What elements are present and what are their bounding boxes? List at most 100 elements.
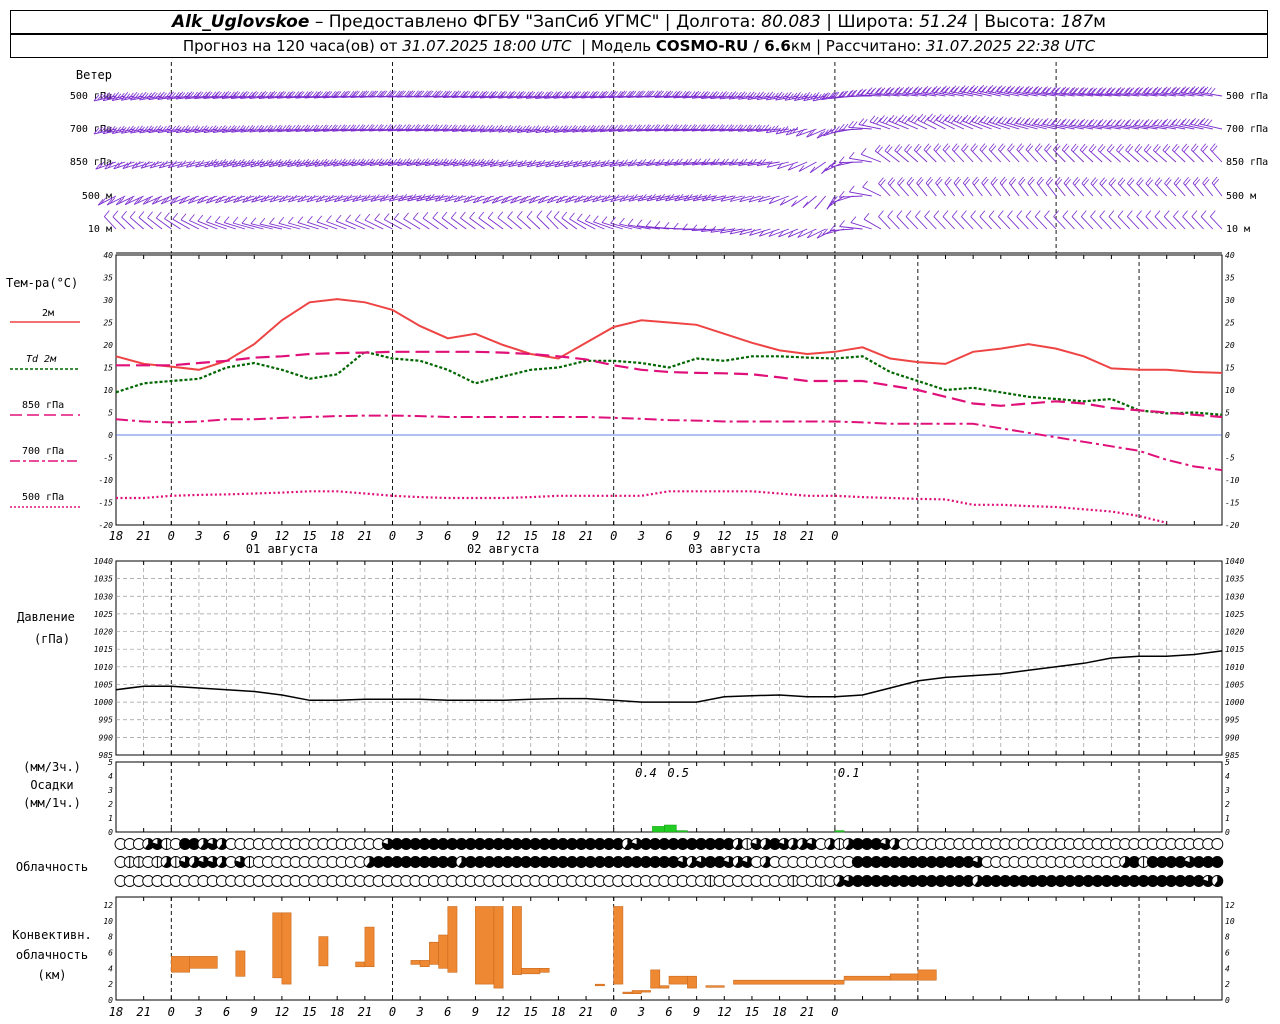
temp-ytick-right: -15 [1225,499,1240,508]
precip-ytick-left: 5 [108,758,113,767]
wind-barb-feather [889,87,895,94]
wind-barb-shaft [297,195,319,203]
conv-bar [705,985,725,988]
wind-barb-feather [1046,118,1053,126]
wind-barb-shaft [849,191,872,197]
wind-barb-shaft [1182,216,1195,230]
precip-annotation: 0.4 [635,766,657,780]
conv-unit: (км) [38,968,67,982]
conv-xtick-label: 0 [168,1005,175,1019]
conv-xtick-label: 18 [330,1005,344,1019]
wind-barb-feather [971,115,978,122]
wind-barb-feather [932,116,939,123]
pressure-ytick-left: 1030 [94,592,113,601]
wind-barb-feather [916,86,923,94]
pressure-ytick-left: 1035 [94,575,113,584]
temp-ytick-right: 15 [1225,364,1235,373]
conv-xtick-label: 3 [194,1005,202,1019]
wind-barb-feather [1006,116,1013,124]
wind-barb-feather [997,116,1004,123]
precip-ytick-left: 4 [108,772,113,781]
wind-barb-feather [950,116,957,124]
wind-barb-shaft [1090,216,1103,230]
temp-ytick-right: 40 [1225,251,1235,260]
wind-barb-shaft [917,119,937,130]
wind-barb-feather [814,202,821,209]
wind-barb-feather [1079,118,1086,126]
conv-ytick-right: 6 [1225,948,1230,957]
wind-barb-feather [1027,86,1034,93]
temp-xtick-label: 0 [831,529,838,543]
wind-barb-feather [1061,118,1067,125]
precip-unit-3h: (мм/3ч.) [23,760,81,774]
wind-barb-feather [654,221,661,228]
wind-barb-feather [944,86,951,93]
wind-barb-feather [878,210,884,217]
wind-barb-shaft [278,195,301,203]
wind-barb-feather [1088,119,1095,126]
pressure-ytick-right: 1015 [1225,645,1244,654]
wind-barb-feather [858,118,865,125]
wind-barb-shaft [936,119,955,130]
wind-barb-feather [1124,86,1131,94]
wind-barb-shaft [432,217,449,230]
conv-ytick-right: 0 [1225,996,1230,1005]
wind-barb-feather [663,221,670,229]
wind-barb-feather [383,213,390,220]
wind-barb-feather [988,210,995,217]
wind-barb-shaft [355,220,375,230]
temp-frame [115,254,1223,526]
temp-xtick-label: 3 [416,529,424,543]
conv-ytick-right: 10 [1225,917,1235,926]
wind-barb-feather [1110,119,1117,127]
conv-bar [364,926,375,967]
wind-barb-shaft [297,222,319,230]
wind-barb-feather [214,215,221,223]
wind-barb-feather [354,214,361,221]
wind-barb-feather [1080,210,1087,217]
wind-barb-shaft [942,216,956,230]
wind-barb-shaft [896,216,909,230]
wind-barb-feather [956,115,963,123]
conv-xtick-label: 21 [358,1005,372,1019]
wind-barb-shaft [374,219,393,230]
conv-ytick-left: 6 [108,948,113,957]
wind-barb-shaft [450,217,467,230]
wind-barb-shaft [908,120,928,130]
wind-barb-shaft [1025,216,1038,230]
temp-xtick-label: 3 [194,529,202,543]
wind-barb-feather [926,86,932,94]
temp-ytick-right: 25 [1225,319,1235,328]
wind-barb-feather [1100,87,1107,95]
wind-barb-feather [112,210,119,218]
wind-barb-feather [1117,210,1124,217]
conv-ytick-left: 2 [108,980,113,989]
wind-barb-feather [879,115,885,122]
pressure-ytick-left: 1005 [94,680,113,689]
wind-barb-feather [802,201,809,208]
wind-barb-feather [307,215,313,223]
wind-barb-feather [1200,210,1207,217]
wind-level-label-right: 500 гПа [1226,91,1268,102]
wind-barb-shaft [133,195,154,205]
wind-barb-feather [1193,86,1200,94]
conv-bar [622,991,633,994]
wind-barb-shaft [156,217,172,230]
wind-barb-shaft [933,216,946,230]
cloud-symbol-fill [1211,856,1223,868]
conv-xtick-label: 6 [444,1005,451,1019]
wind-barb-feather [942,210,949,217]
wind-barb-feather [1128,87,1135,94]
conv-bar [235,950,246,977]
wind-barb-feather [1090,210,1096,217]
wind-barb-feather [497,211,504,219]
precip-ytick-left: 3 [107,786,113,795]
temp-ytick-right: 10 [1225,386,1235,395]
conv-bar [511,906,522,975]
precip-ytick-right: 3 [1224,786,1230,795]
precip-ytick-left: 0 [108,828,113,837]
wind-barb-shaft [797,228,817,238]
wind-barb-shaft [326,221,347,230]
wind-barb-feather [345,214,352,222]
wind-barb-feather [546,210,553,217]
